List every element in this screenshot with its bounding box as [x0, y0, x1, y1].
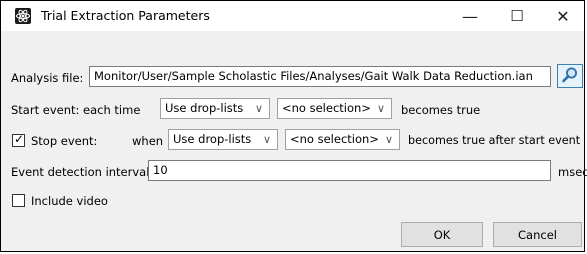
detection-interval-label: Event detection interval:	[11, 165, 154, 179]
include-video-label: Include video	[31, 194, 108, 208]
stop-event-select-2-value: <no selection>	[290, 132, 379, 146]
maximize-button[interactable]: ☐	[494, 1, 540, 31]
detection-interval-input[interactable]: 10	[148, 160, 551, 181]
stop-event-select-2[interactable]: <no selection> ∨	[285, 129, 400, 150]
title-bar: Trial Extraction Parameters — ☐ ✕	[1, 1, 584, 31]
start-event-suffix: becomes true	[401, 103, 481, 117]
start-event-select-2[interactable]: <no selection> ∨	[277, 98, 392, 119]
include-video-checkbox[interactable]	[12, 194, 25, 207]
analysis-file-label: Analysis file:	[11, 71, 84, 85]
stop-event-select-1-value: Use drop-lists	[173, 132, 252, 146]
stop-event-checkbox[interactable]: ✓	[12, 132, 25, 147]
close-icon: ✕	[556, 6, 570, 26]
window-title: Trial Extraction Parameters	[41, 8, 210, 23]
start-event-select-1[interactable]: Use drop-lists ∨	[160, 98, 270, 119]
atom-icon	[15, 8, 31, 24]
start-event-select-1-value: Use drop-lists	[165, 101, 244, 115]
magnifier-icon	[561, 66, 579, 87]
dialog-window: Trial Extraction Parameters — ☐ ✕ Analys…	[0, 0, 587, 252]
chevron-down-icon: ∨	[254, 102, 263, 115]
start-event-label: Start event: each time	[11, 103, 141, 117]
chevron-down-icon: ∨	[262, 133, 271, 146]
cancel-button[interactable]: Cancel	[493, 222, 582, 247]
browse-button[interactable]	[557, 64, 583, 88]
maximize-icon: ☐	[510, 7, 524, 25]
stop-event-select-1[interactable]: Use drop-lists ∨	[168, 129, 278, 150]
stop-event-suffix: becomes true after start event	[408, 134, 581, 147]
minimize-icon: —	[462, 6, 478, 26]
start-event-select-2-value: <no selection>	[282, 101, 371, 115]
detection-interval-unit: msec	[558, 165, 587, 179]
chevron-down-icon: ∨	[376, 102, 385, 115]
ok-button[interactable]: OK	[401, 222, 483, 247]
checkmark-icon: ✓	[14, 132, 25, 146]
stop-event-when-label: when	[132, 134, 164, 148]
stop-event-label: Stop event:	[31, 134, 98, 148]
analysis-file-input[interactable]: Monitor/User/Sample Scholastic Files/Ana…	[89, 66, 551, 87]
minimize-button[interactable]: —	[447, 1, 493, 31]
chevron-down-icon: ∨	[384, 133, 393, 146]
ok-button-label: OK	[433, 227, 451, 242]
close-button[interactable]: ✕	[540, 1, 586, 31]
cancel-button-label: Cancel	[518, 227, 557, 242]
